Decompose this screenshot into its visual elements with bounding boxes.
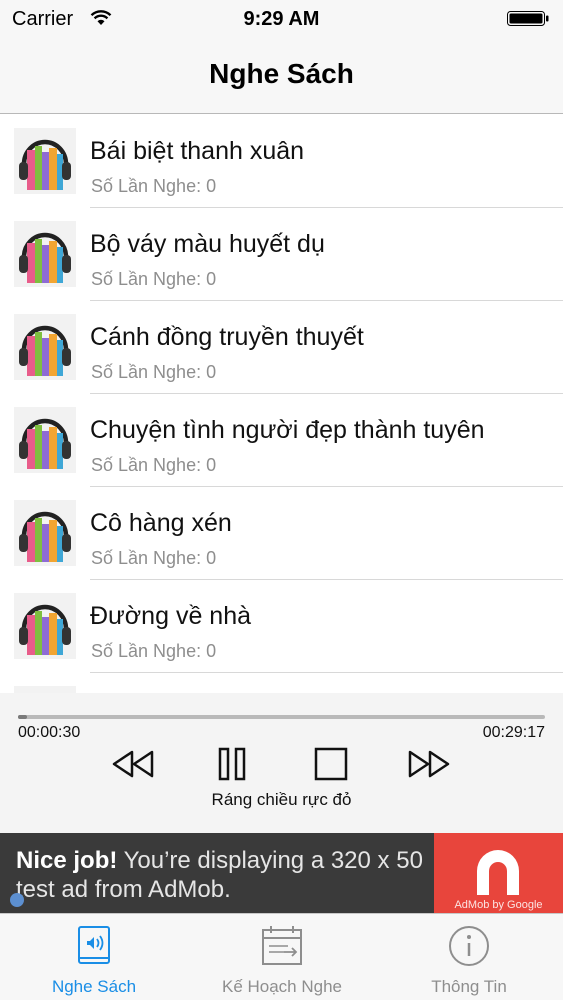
- ad-banner[interactable]: Nice job! You’re displaying a 320 x 50 t…: [0, 833, 563, 913]
- progress-slider[interactable]: [18, 715, 545, 719]
- play-count: Số Lần Nghe: 0: [91, 362, 217, 382]
- list-item[interactable]: [0, 673, 563, 693]
- play-count: Số Lần Nghe: 0: [91, 176, 217, 196]
- audiobook-cover-icon: [14, 128, 76, 194]
- audiobook-cover-icon: [14, 407, 76, 473]
- page-title: Nghe Sách: [209, 58, 354, 89]
- elapsed-time: 00:00:30: [18, 724, 81, 741]
- admob-caption: AdMob by Google: [454, 899, 543, 911]
- play-count: Số Lần Nghe: 0: [91, 641, 217, 661]
- list-item[interactable]: Chuyện tình người đẹp thành tuyên Số Lần…: [0, 394, 563, 487]
- book-list[interactable]: Bái biệt thanh xuân Số Lần Nghe: 0 Bộ vá…: [0, 115, 563, 693]
- play-count: Số Lần Nghe: 0: [91, 548, 217, 568]
- audiobook-cover-icon: [14, 593, 76, 659]
- status-time: 9:29 AM: [243, 8, 320, 30]
- audio-player: 00:00:30 00:29:17 Ráng chiều rực đỏ: [0, 693, 563, 833]
- progress-fill: [18, 715, 27, 719]
- list-item[interactable]: Đường về nhà Số Lần Nghe: 0: [0, 580, 563, 673]
- book-title: Chuyện tình người đẹp thành tuyên: [90, 416, 485, 444]
- info-icon: [449, 926, 489, 966]
- tab-thong-tin[interactable]: Thông Tin: [375, 914, 563, 1000]
- total-time: 00:29:17: [482, 724, 545, 741]
- tab-label: Kế Hoạch Nghe: [221, 977, 343, 996]
- tab-label: Thông Tin: [431, 977, 507, 996]
- pause-icon[interactable]: [210, 746, 256, 782]
- tab-nghe-sach[interactable]: Nghe Sách: [0, 914, 188, 1000]
- list-item[interactable]: Bộ váy màu huyết dụ Số Lần Nghe: 0: [0, 208, 563, 301]
- ad-text: Nice job! You’re displaying a 320 x 50 t…: [16, 846, 436, 904]
- audiobook-cover-icon: [14, 221, 76, 287]
- list-item[interactable]: Cô hàng xén Số Lần Nghe: 0: [0, 487, 563, 580]
- navigation-bar: Nghe Sách: [0, 38, 563, 114]
- tab-bar: Nghe Sách Kế Hoạch Nghe Thông Tin: [0, 913, 563, 1000]
- audiobook-icon: [78, 926, 110, 964]
- tab-ke-hoach-nghe[interactable]: Kế Hoạch Nghe: [188, 914, 376, 1000]
- audiobook-cover-icon: [14, 500, 76, 566]
- tab-label: Nghe Sách: [51, 977, 137, 996]
- calendar-icon: [262, 926, 302, 965]
- status-bar: Carrier 9:29 AM: [0, 0, 563, 38]
- fast-forward-icon[interactable]: [406, 746, 452, 782]
- admob-logo: AdMob by Google: [434, 833, 563, 913]
- list-item[interactable]: Bái biệt thanh xuân Số Lần Nghe: 0: [0, 115, 563, 208]
- book-title: Bái biệt thanh xuân: [90, 137, 305, 165]
- book-title: Bộ váy màu huyết dụ: [90, 230, 325, 258]
- play-count: Số Lần Nghe: 0: [91, 269, 217, 289]
- ad-info-icon[interactable]: [10, 893, 24, 907]
- now-playing-title: Ráng chiều rực đỏ: [211, 790, 352, 809]
- battery-icon: [507, 11, 549, 26]
- ad-headline: Nice job!: [16, 847, 118, 874]
- book-title: Cô hàng xén: [90, 509, 232, 537]
- stop-icon[interactable]: [308, 746, 354, 782]
- admob-icon: [477, 850, 519, 895]
- play-count: Số Lần Nghe: 0: [91, 455, 217, 475]
- audiobook-cover-icon: [14, 314, 76, 380]
- list-item[interactable]: Cánh đồng truyền thuyết Số Lần Nghe: 0: [0, 301, 563, 394]
- rewind-icon[interactable]: [110, 746, 156, 782]
- book-title: Đường về nhà: [90, 602, 251, 630]
- book-title: Cánh đồng truyền thuyết: [90, 323, 364, 351]
- audiobook-cover-icon: [14, 686, 76, 693]
